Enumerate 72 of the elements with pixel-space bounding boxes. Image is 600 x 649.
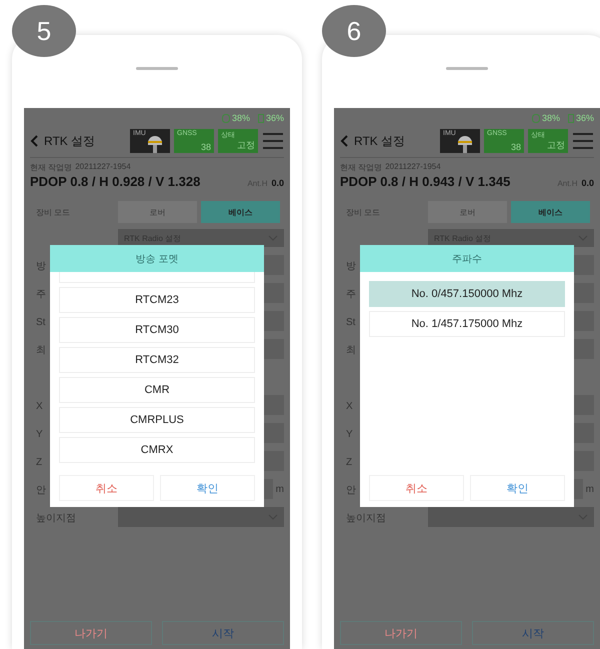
field-label: Z (36, 457, 42, 468)
field-label: 주 (36, 289, 46, 300)
list-option[interactable]: No. 0/457.150000 Mhz (369, 281, 565, 307)
field-label: Y (346, 429, 353, 440)
pdop-reading: PDOP 0.8 / H 0.943 / V 1.345 (340, 174, 510, 189)
exit-button[interactable]: 나가기 (30, 621, 152, 645)
mode-label: 장비 모드 (35, 206, 72, 218)
field-label: X (36, 401, 43, 412)
pdop-reading: PDOP 0.8 / H 0.928 / V 1.328 (30, 174, 200, 189)
dialog-title: 주파수 (360, 245, 574, 272)
receiver-icon (146, 133, 164, 153)
start-button[interactable]: 시작 (162, 621, 284, 645)
field-label: X (346, 401, 353, 412)
cancel-button[interactable]: 취소 (59, 475, 154, 501)
back-icon[interactable] (340, 135, 348, 147)
dialog-title: 방송 포멧 (50, 245, 264, 272)
gps-reading: 38% (542, 113, 560, 123)
unit-label: m (586, 484, 594, 494)
mode-option[interactable]: 로버 (118, 201, 197, 223)
handle-bar (446, 67, 488, 70)
confirm-button[interactable]: 확인 (470, 475, 565, 501)
field-label: 주 (346, 289, 356, 300)
field-label: 안 (346, 485, 356, 496)
battery-icon (258, 114, 264, 122)
field-label: Y (36, 429, 43, 440)
step-number: 5 (12, 5, 76, 57)
field-label: Z (346, 457, 352, 468)
field-label: 방 (346, 261, 356, 272)
job-name: 20211227-1954 (385, 162, 441, 173)
job-label: 현재 작업명 (340, 162, 382, 173)
cancel-button[interactable]: 취소 (369, 475, 464, 501)
field-label: 최 (346, 345, 356, 356)
list-option[interactable]: RTCM23 (59, 287, 255, 313)
mode-option[interactable]: 베이스 (201, 201, 280, 223)
battery-reading: 36% (266, 113, 284, 123)
job-name: 20211227-1954 (75, 162, 131, 173)
battery-reading: 36% (576, 113, 594, 123)
screen-title: RTK 설정 (354, 132, 406, 150)
field-label: 방 (36, 261, 46, 272)
receiver-icon (456, 133, 474, 153)
field-label: St (346, 317, 356, 328)
mode-label: 장비 모드 (345, 206, 382, 218)
start-button[interactable]: 시작 (472, 621, 594, 645)
back-icon[interactable] (30, 135, 38, 147)
field-label: 높이지점 (36, 513, 76, 524)
list-option[interactable]: RTCM30 (59, 317, 255, 343)
field-label: 최 (36, 345, 46, 356)
list-option[interactable]: RTCM32 (59, 347, 255, 373)
list-option[interactable]: CMRPLUS (59, 407, 255, 433)
battery-icon (568, 114, 574, 122)
list-option[interactable]: CMRX (59, 437, 255, 463)
unit-label: m (276, 484, 284, 494)
antenna-value: 0.0 (581, 178, 594, 188)
field-label: 안 (36, 485, 46, 496)
exit-button[interactable]: 나가기 (340, 621, 462, 645)
gps-icon (222, 114, 230, 122)
antenna-value: 0.0 (271, 178, 284, 188)
gps-icon (532, 114, 540, 122)
gps-reading: 38% (232, 113, 250, 123)
list-option[interactable]: CMR (59, 377, 255, 403)
mode-option[interactable]: 로버 (428, 201, 507, 223)
job-label: 현재 작업명 (30, 162, 72, 173)
screen-title: RTK 설정 (44, 132, 96, 150)
field-label: St (36, 317, 46, 328)
mode-option[interactable]: 베이스 (511, 201, 590, 223)
step-number: 6 (322, 5, 386, 57)
field-label: 높이지점 (346, 513, 386, 524)
confirm-button[interactable]: 확인 (160, 475, 255, 501)
menu-icon[interactable] (572, 132, 594, 150)
handle-bar (136, 67, 178, 70)
menu-icon[interactable] (262, 132, 284, 150)
list-option[interactable]: No. 1/457.175000 Mhz (369, 311, 565, 337)
